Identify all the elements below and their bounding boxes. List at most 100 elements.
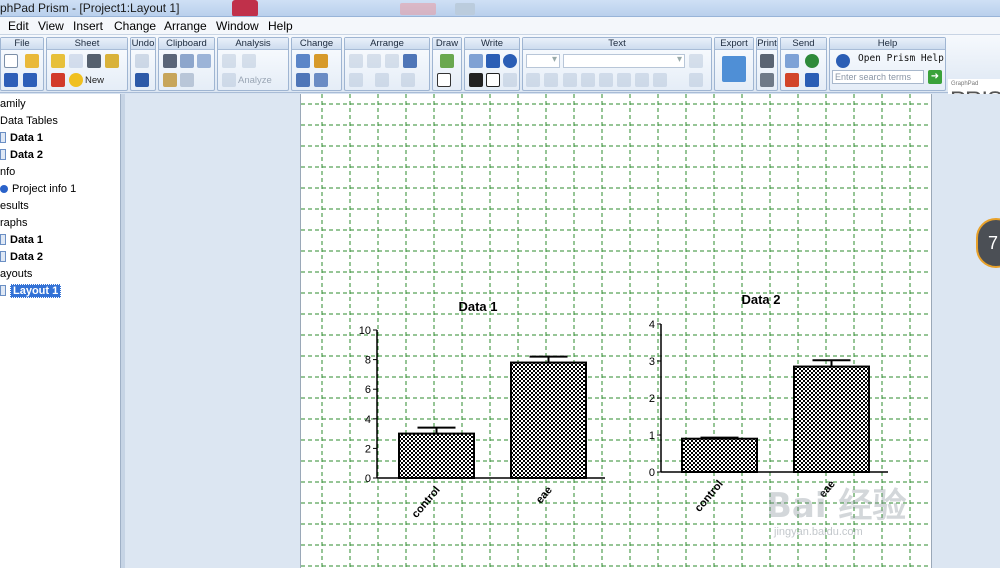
export-tiff-icon[interactable] bbox=[722, 56, 746, 82]
format-axes-icon[interactable] bbox=[314, 54, 328, 68]
clipboard-icon[interactable] bbox=[180, 73, 194, 87]
nav-section[interactable]: Data Tables bbox=[0, 115, 58, 127]
floating-badge[interactable]: 7 bbox=[976, 218, 1000, 268]
save-icon[interactable] bbox=[4, 73, 18, 87]
group-undo: Undo bbox=[130, 37, 156, 91]
align-center-icon[interactable] bbox=[375, 73, 389, 87]
menu-view[interactable]: View bbox=[38, 19, 64, 33]
bar bbox=[793, 365, 870, 473]
nav-item-layout-1[interactable]: Layout 1 bbox=[0, 284, 62, 298]
nav-section[interactable]: esults bbox=[0, 200, 29, 212]
bold-icon[interactable] bbox=[563, 73, 577, 87]
send-back-icon[interactable] bbox=[367, 54, 381, 68]
superscript-icon[interactable] bbox=[617, 73, 631, 87]
change-type-icon[interactable] bbox=[296, 73, 310, 87]
menu-help[interactable]: Help bbox=[268, 19, 293, 33]
open-help-link[interactable]: Open Prism Help bbox=[858, 53, 944, 64]
nav-item-graph-1[interactable]: Data 1 bbox=[0, 234, 43, 246]
ungroup-icon[interactable] bbox=[403, 54, 417, 68]
globe-icon[interactable] bbox=[805, 54, 819, 68]
undo-icon[interactable] bbox=[135, 73, 149, 87]
email-icon[interactable] bbox=[785, 54, 799, 68]
delete-x-icon[interactable] bbox=[51, 73, 65, 87]
nav-label: Data 1 bbox=[10, 132, 44, 144]
nav-item-graph-2[interactable]: Data 2 bbox=[0, 251, 43, 263]
draw-shape-icon[interactable] bbox=[440, 54, 454, 68]
font-color-icon[interactable] bbox=[689, 73, 703, 87]
symbol-icon[interactable] bbox=[503, 73, 517, 87]
cut-icon[interactable] bbox=[163, 54, 177, 68]
powerpoint-icon[interactable] bbox=[785, 73, 799, 87]
taskbar-app-icon[interactable] bbox=[232, 0, 258, 16]
bring-front-icon[interactable] bbox=[349, 54, 363, 68]
microphone-icon[interactable] bbox=[87, 54, 101, 68]
print-icon[interactable] bbox=[760, 54, 774, 68]
group-icon[interactable] bbox=[385, 54, 399, 68]
word-send-icon[interactable] bbox=[805, 73, 819, 87]
menu-change[interactable]: Change bbox=[114, 19, 156, 33]
analyze-button[interactable]: Analyze bbox=[238, 75, 272, 86]
menu-window[interactable]: Window bbox=[216, 19, 259, 33]
help-icon[interactable] bbox=[836, 54, 850, 68]
greek-icon[interactable] bbox=[653, 73, 667, 87]
text-align-icon[interactable] bbox=[689, 54, 703, 68]
title-bar: phPad Prism - [Project1:Layout 1] bbox=[0, 0, 1000, 17]
pencil-icon[interactable] bbox=[51, 54, 65, 68]
taskbar-app-icon[interactable] bbox=[455, 3, 475, 15]
group-text-label: Text bbox=[523, 38, 711, 50]
help-search-input[interactable]: Enter search terms bbox=[832, 70, 924, 84]
distribute-icon[interactable] bbox=[401, 73, 415, 87]
grow-font-icon[interactable] bbox=[526, 73, 540, 87]
nav-section[interactable]: raphs bbox=[0, 217, 28, 229]
nav-item-project-info[interactable]: Project info 1 bbox=[0, 183, 76, 195]
magic-wand-icon[interactable] bbox=[105, 54, 119, 68]
nav-item-data-table-2[interactable]: Data 2 bbox=[0, 149, 43, 161]
new-file-icon[interactable] bbox=[4, 54, 18, 68]
y-tick-label: 3 bbox=[649, 356, 655, 368]
nav-item-data-table-1[interactable]: Data 1 bbox=[0, 132, 43, 144]
text-box-icon[interactable] bbox=[486, 73, 500, 87]
shrink-font-icon[interactable] bbox=[544, 73, 558, 87]
subscript-icon[interactable] bbox=[635, 73, 649, 87]
print-preview-icon[interactable] bbox=[760, 73, 774, 87]
menu-arrange[interactable]: Arrange bbox=[164, 19, 207, 33]
underline-icon[interactable] bbox=[599, 73, 613, 87]
sheet-new-button[interactable]: New bbox=[85, 75, 104, 86]
nav-section[interactable]: amily bbox=[0, 98, 26, 110]
group-arrange-label: Arrange bbox=[345, 38, 429, 50]
italic-icon[interactable] bbox=[581, 73, 595, 87]
chart-icon[interactable] bbox=[222, 54, 236, 68]
copy-icon[interactable] bbox=[180, 54, 194, 68]
text-tool-icon[interactable] bbox=[469, 73, 483, 87]
nav-label: Data Tables bbox=[0, 115, 58, 127]
group-print-label: Print bbox=[757, 38, 777, 50]
search-go-icon[interactable]: ➜ bbox=[928, 70, 942, 84]
font-name-select[interactable] bbox=[563, 54, 685, 68]
open-folder-icon[interactable] bbox=[25, 54, 39, 68]
analyze-icon[interactable] bbox=[222, 73, 236, 87]
nav-section[interactable]: nfo bbox=[0, 166, 15, 178]
info-icon[interactable] bbox=[503, 54, 517, 68]
equation-icon[interactable] bbox=[469, 54, 483, 68]
paste-icon[interactable] bbox=[163, 73, 177, 87]
taskbar-app-icon[interactable] bbox=[400, 3, 436, 15]
word-icon[interactable] bbox=[486, 54, 500, 68]
ribbon-toolbar: File Sheet New Undo Clipboard Analysis A… bbox=[0, 35, 1000, 127]
color-scheme-icon[interactable] bbox=[314, 73, 328, 87]
save-as-icon[interactable] bbox=[23, 73, 37, 87]
data-table-icon bbox=[0, 149, 6, 160]
format-graph-icon[interactable] bbox=[296, 54, 310, 68]
rectangle-icon[interactable] bbox=[437, 73, 451, 87]
nav-section[interactable]: ayouts bbox=[0, 268, 32, 280]
menu-insert[interactable]: Insert bbox=[73, 19, 103, 33]
star-icon[interactable] bbox=[69, 73, 83, 87]
menu-edit[interactable]: Edit bbox=[8, 19, 29, 33]
paste-special-icon[interactable] bbox=[197, 54, 211, 68]
font-size-select[interactable] bbox=[526, 54, 560, 68]
badge-number: 7 bbox=[988, 233, 999, 253]
trend-icon[interactable] bbox=[242, 54, 256, 68]
gear-icon[interactable] bbox=[69, 54, 83, 68]
redo-icon[interactable] bbox=[135, 54, 149, 68]
group-analysis-label: Analysis bbox=[218, 38, 288, 50]
align-left-icon[interactable] bbox=[349, 73, 363, 87]
